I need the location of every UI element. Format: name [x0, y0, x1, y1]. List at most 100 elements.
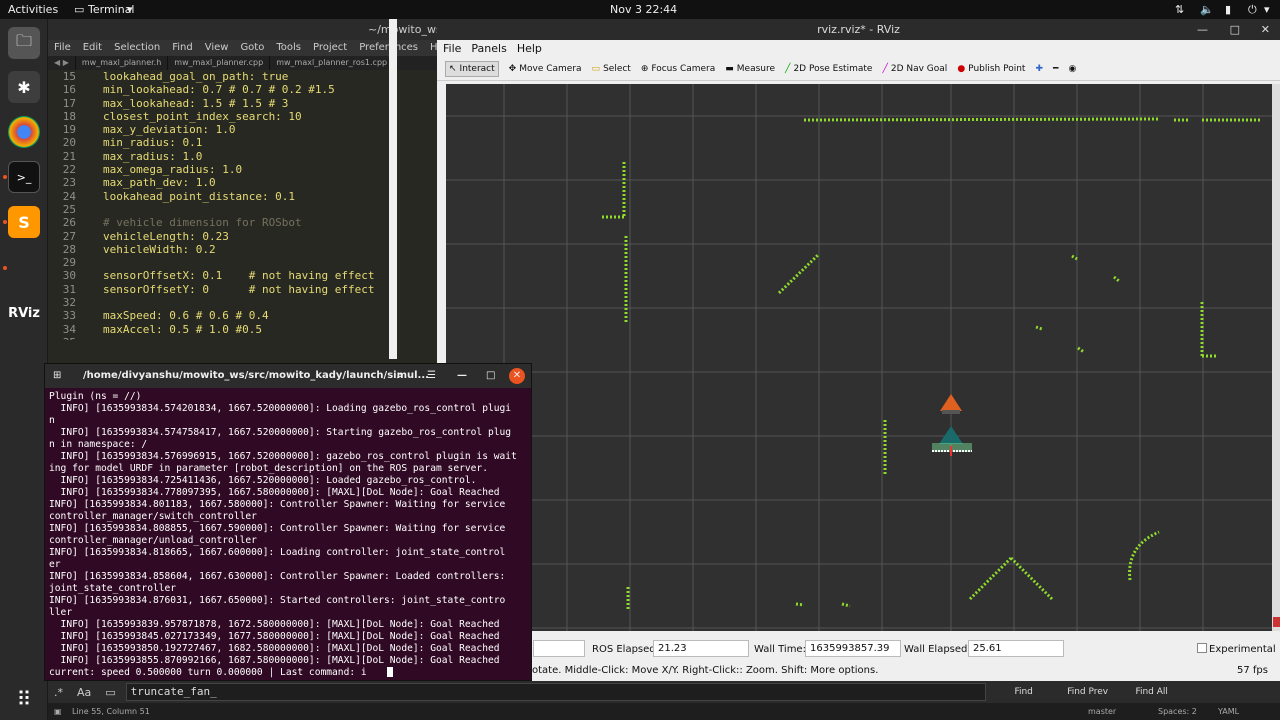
terminal-icon[interactable]: >_	[8, 161, 40, 193]
menu-edit[interactable]: Edit	[83, 40, 102, 56]
remove-tool-icon[interactable]: ━	[1053, 64, 1058, 74]
tool-2d-pose-estimate[interactable]: ╱ 2D Pose Estimate	[785, 64, 872, 74]
code-area[interactable]: 15 lookahead_goal_on_path: true 16 min_look…	[48, 70, 437, 340]
tool-select[interactable]: ▭ Select	[592, 64, 631, 74]
menu-project[interactable]: Project	[313, 40, 347, 56]
rviz-menu-panels[interactable]: Panels	[471, 40, 506, 57]
tool-label: Interact	[459, 63, 495, 74]
tool-focus-camera[interactable]: ⊕ Focus Camera	[641, 64, 715, 74]
line-number: 34	[62, 322, 76, 336]
indentation[interactable]: Spaces: 2	[1158, 703, 1197, 720]
case-toggle[interactable]: Aa	[77, 686, 91, 699]
tool-label: Measure	[736, 63, 776, 74]
tab-mw-maxl-planner-ros1[interactable]: mw_maxl_planner_ros1.cpp	[270, 56, 395, 70]
find-button[interactable]: Find	[994, 687, 1054, 697]
terminal-line: INFO] [1635993834.576996915, 1667.520000…	[49, 451, 517, 462]
search-icon[interactable]: ⌕	[397, 364, 403, 388]
line-number: 24	[62, 189, 76, 203]
code-line: 33 maxSpeed: 0.6 # 0.6 # 0.4	[48, 309, 437, 322]
close-panel-icon[interactable]	[1273, 617, 1280, 627]
activities-button[interactable]: Activities	[8, 3, 58, 16]
find-prev-button[interactable]: Find Prev	[1058, 687, 1118, 697]
code-line: 17 max_lookahead: 1.5 # 1.5 # 3	[48, 97, 437, 110]
rviz-menu-help[interactable]: Help	[517, 40, 542, 57]
menu-view[interactable]: View	[205, 40, 229, 56]
chrome-icon[interactable]	[8, 116, 40, 148]
whole-word-icon[interactable]: ▭	[105, 686, 115, 699]
network-icon[interactable]: ⇅	[1175, 3, 1184, 16]
volume-icon[interactable]: 🔈	[1200, 3, 1214, 16]
code-text: maxAccel: 0.5 # 1.0 #0.5	[103, 322, 262, 336]
menu-file[interactable]: File	[54, 40, 71, 56]
terminal-title: /home/divyanshu/mowito_ws/src/mowito_kad…	[83, 370, 429, 381]
editor-tabs: ◀ ▶ mw_maxl_planner.h mw_maxl_planner.cp…	[48, 56, 437, 70]
tool-2d-nav-goal[interactable]: ╱ 2D Nav Goal	[882, 64, 947, 74]
menu-selection[interactable]: Selection	[114, 40, 160, 56]
line-number: 17	[62, 96, 76, 110]
maximize-icon[interactable]: □	[486, 364, 495, 388]
editor-title: ~/mowito_ws/s	[48, 19, 437, 40]
line-number: 29	[62, 256, 76, 270]
terminal-title-bar: ⊞ /home/divyanshu/mowito_ws/src/mowito_k…	[45, 364, 531, 388]
running-indicator	[3, 266, 7, 270]
find-input[interactable]: truncate_fan_	[125, 683, 986, 701]
terminal-icon: ▭	[74, 3, 85, 16]
view-options-icon[interactable]: ◉	[1068, 64, 1076, 74]
code-text: lookahead_point_distance: 0.1	[103, 189, 296, 203]
battery-icon[interactable]: ▮	[1225, 3, 1231, 16]
close-icon[interactable]: ✕	[509, 368, 525, 384]
rviz-menu-file[interactable]: File	[443, 40, 461, 57]
new-tab-icon[interactable]: ⊞	[53, 364, 61, 388]
sublime-icon[interactable]: S	[8, 206, 40, 238]
git-branch[interactable]: master	[1088, 703, 1116, 720]
clock[interactable]: Nov 3 22:44	[610, 3, 677, 16]
slack-icon[interactable]: ✱	[8, 71, 40, 103]
code-text: maxSpeed: 0.6 # 0.6 # 0.4	[103, 309, 269, 323]
tool-interact[interactable]: ↖ Interact	[445, 60, 499, 77]
terminal-output[interactable]: Plugin (ns = //) INFO] [1635993834.57420…	[45, 388, 531, 680]
tab-mw-maxl-planner-cpp[interactable]: mw_maxl_planner.cpp	[168, 56, 271, 70]
rviz-side-scroll[interactable]	[1272, 84, 1280, 631]
tab-nav-arrows[interactable]: ◀ ▶	[48, 56, 76, 70]
tool-measure[interactable]: ▬ Measure	[725, 64, 775, 74]
close-icon[interactable]: ✕	[1261, 19, 1270, 40]
add-tool-icon[interactable]: ✚	[1035, 64, 1043, 74]
rviz-title: rviz.rviz* - RViz	[817, 23, 900, 36]
cursor-position: Line 55, Column 51	[72, 707, 150, 716]
syntax-mode[interactable]: YAML	[1218, 703, 1239, 720]
menu-goto[interactable]: Goto	[240, 40, 264, 56]
maximize-icon[interactable]: □	[1230, 19, 1240, 40]
terminal-cursor	[386, 667, 393, 677]
power-icon[interactable]: ⏻	[1248, 3, 1257, 17]
code-line: 25	[48, 203, 437, 216]
terminal-line: INFO] [1635993845.027173349, 1677.580000…	[49, 631, 500, 642]
tool-label: 2D Pose Estimate	[793, 63, 873, 74]
terminal-line: INFO] [1635993855.870992166, 1687.580000…	[49, 655, 500, 666]
line-number: 18	[62, 109, 76, 123]
hamburger-menu-icon[interactable]: ☰	[427, 364, 436, 388]
minimize-icon[interactable]: —	[1197, 19, 1208, 40]
terminal-line: Plugin (ns = //)	[49, 391, 142, 402]
editor-minimap-scrollbar[interactable]	[389, 19, 397, 359]
menu-find[interactable]: Find	[172, 40, 193, 56]
line-number: 30	[62, 269, 76, 283]
line-number: 21	[62, 149, 76, 163]
menu-tools[interactable]: Tools	[276, 40, 301, 56]
ros-elapsed-label: ROS Elapsed:	[592, 644, 659, 655]
rviz-icon[interactable]: RViz	[8, 297, 40, 329]
files-icon[interactable]: 🗀	[8, 27, 40, 59]
terminal-line: ller	[49, 607, 73, 618]
tab-mw-maxl-planner-h[interactable]: mw_maxl_planner.h	[76, 56, 169, 70]
regex-icon[interactable]: .*	[54, 686, 63, 699]
find-all-button[interactable]: Find All	[1122, 687, 1182, 697]
3d-viewport[interactable]	[446, 84, 1272, 631]
tool-move-camera[interactable]: ✥ Move Camera	[509, 64, 582, 74]
laser-scan-view	[446, 84, 1272, 631]
minimize-icon[interactable]: —	[457, 364, 467, 388]
tool-publish-point[interactable]: ● Publish Point	[957, 64, 1025, 74]
wall-elapsed-label: Wall Elapsed:	[904, 644, 971, 655]
experimental-checkbox[interactable]	[1197, 643, 1207, 653]
system-top-bar: Activities ▭ Terminal ▾ Nov 3 22:44 ⇅ 🔈 …	[0, 0, 1280, 19]
app-grid-icon[interactable]: ⠿	[8, 683, 40, 715]
terminal-line: INFO] [1635993834.858604, 1667.630000]: …	[49, 571, 506, 582]
